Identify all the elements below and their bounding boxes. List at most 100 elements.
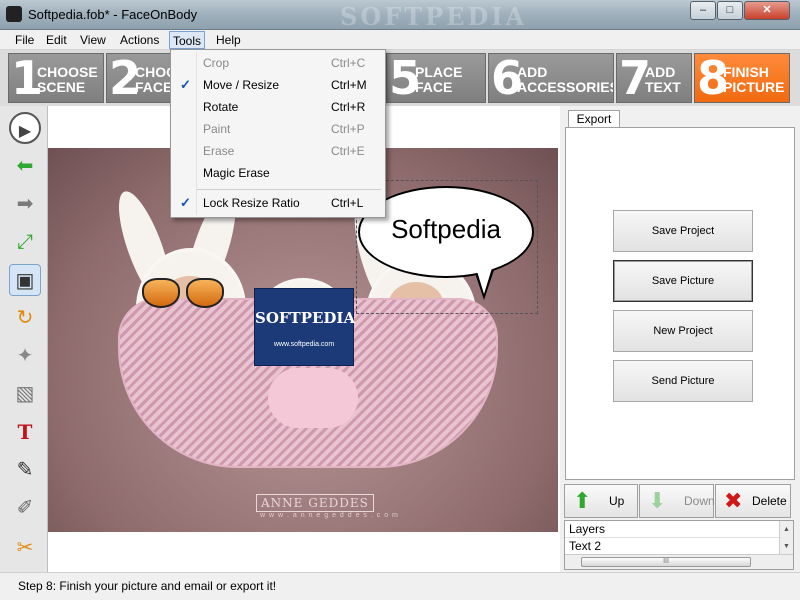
step-label: PLACE FACE <box>415 64 463 95</box>
tool-glyph: T <box>17 420 33 444</box>
sunglasses-accessory[interactable] <box>142 274 228 308</box>
up-arrow-icon: ⬆ <box>573 488 592 513</box>
layer-down-label: Down <box>684 494 715 508</box>
photo-credit-url: w w w . a n n e g e d d e s . c o m <box>260 512 399 519</box>
left-toolbar: ▶ ⬅ ➡ ⤢ ▣ ↻ ✦ ▧ T ✎ ✐ ✂ <box>0 106 48 572</box>
export-pane: Save Project Save Picture New Project Se… <box>565 127 795 480</box>
check-icon: ✓ <box>180 195 191 210</box>
scroll-up-icon[interactable]: ▲ <box>783 526 790 533</box>
down-arrow-icon: ⬇ <box>648 488 667 513</box>
menu-item-move-resize[interactable]: ✓ Move / Resize Ctrl+M <box>173 74 383 96</box>
step-label: FINISH PICTURE <box>723 64 785 95</box>
tool-glyph: ⬅ <box>16 155 34 177</box>
pen-icon[interactable]: ✐ <box>9 492 41 524</box>
layer-list[interactable]: Layers Text 2 ▲ ▼ III <box>564 520 794 570</box>
crop-icon[interactable]: ▣ <box>9 264 41 296</box>
menu-bar: File Edit View Actions Tools Help <box>0 30 800 50</box>
lens <box>142 278 180 308</box>
play-icon[interactable]: ▶ <box>9 112 41 144</box>
menu-item-label: Lock Resize Ratio <box>203 196 300 210</box>
menu-edit[interactable]: Edit <box>43 31 70 49</box>
check-icon: ✓ <box>180 77 191 92</box>
status-text: Step 8: Finish your picture and email or… <box>18 579 277 593</box>
fit-icon[interactable]: ⤢ <box>9 226 41 258</box>
save-picture-button[interactable]: Save Picture <box>613 260 753 302</box>
menu-item-paint[interactable]: Paint Ctrl+P <box>173 118 383 140</box>
brush-icon[interactable]: ✎ <box>9 454 41 486</box>
menu-item-lock-resize-ratio[interactable]: ✓ Lock Resize Ratio Ctrl+L <box>173 192 383 214</box>
layer-item-text-2[interactable]: Text 2 <box>565 538 779 555</box>
minimize-button[interactable]: – <box>690 1 716 20</box>
menu-item-shortcut: Ctrl+L <box>331 196 364 210</box>
step-label: ADD ACCESSORIES <box>517 64 614 95</box>
tool-glyph: ▶ <box>18 123 32 140</box>
text-tool-icon[interactable]: T <box>9 416 41 448</box>
step-finish-picture[interactable]: 8 FINISH PICTURE <box>694 53 790 103</box>
step-label: CHOOSE SCENE <box>37 64 98 95</box>
logo-url: www.softpedia.com <box>273 341 335 348</box>
layer-delete-button[interactable]: ✖ Delete <box>715 484 791 518</box>
menu-item-label: Paint <box>203 122 231 136</box>
tab-export[interactable]: Export <box>568 110 620 128</box>
delete-icon: ✖ <box>724 488 743 513</box>
forward-arrow-icon[interactable]: ➡ <box>9 188 41 220</box>
magic-icon[interactable]: ✦ <box>9 340 41 372</box>
lens <box>186 278 224 308</box>
tool-glyph: ⤢ <box>17 231 33 253</box>
tool-glyph: ✂ <box>16 537 34 559</box>
layer-up-button[interactable]: ⬆ Up <box>564 484 638 518</box>
menu-item-label: Crop <box>203 56 230 70</box>
menu-item-shortcut: Ctrl+M <box>331 78 367 92</box>
menu-help[interactable]: Help <box>213 31 244 49</box>
menu-tools[interactable]: Tools <box>169 31 206 49</box>
menu-item-shortcut: Ctrl+C <box>331 56 366 70</box>
right-panel: Export Save Project Save Picture New Pro… <box>560 106 800 572</box>
save-project-button[interactable]: Save Project <box>613 210 753 252</box>
menu-item-label: Erase <box>203 144 235 158</box>
logo-text: SOFTPEDIA <box>255 309 356 327</box>
softpedia-logo[interactable]: SOFTPEDIA www.softpedia.com <box>254 288 356 366</box>
menu-item-crop[interactable]: Crop Ctrl+C <box>173 52 383 74</box>
menu-item-label: Rotate <box>203 100 239 114</box>
tool-glyph: ✐ <box>16 497 34 519</box>
step-label: ADD TEXT <box>645 64 681 95</box>
step-add-text[interactable]: 7 ADD TEXT <box>616 53 692 103</box>
step-add-accessories[interactable]: 6 ADD ACCESSORIES <box>488 53 614 103</box>
step-choose-scene[interactable]: 1 CHOOSE SCENE <box>8 53 104 103</box>
menu-item-rotate[interactable]: Rotate Ctrl+R <box>173 96 383 118</box>
status-bar: Step 8: Finish your picture and email or… <box>0 572 800 600</box>
rotate-icon[interactable]: ↻ <box>9 302 41 334</box>
step-place-face[interactable]: 5 PLACE FACE <box>386 53 486 103</box>
tool-glyph: ➡ <box>16 193 34 215</box>
layer-delete-label: Delete <box>752 494 787 508</box>
title-bar: Softpedia.fob* - FaceOnBody SOFTPEDIA – … <box>0 0 800 31</box>
menu-item-shortcut: Ctrl+E <box>331 144 365 158</box>
menu-file[interactable]: File <box>12 31 37 49</box>
scroll-down-icon[interactable]: ▼ <box>783 543 790 550</box>
scroll-thumb[interactable]: III <box>581 557 751 567</box>
layer-vertical-scrollbar[interactable]: ▲ ▼ <box>779 521 793 555</box>
close-button[interactable]: ✕ <box>744 1 790 20</box>
tool-glyph: ▧ <box>15 383 35 405</box>
menu-actions[interactable]: Actions <box>117 31 162 49</box>
layer-horizontal-scrollbar[interactable]: III <box>565 554 793 569</box>
menu-view[interactable]: View <box>77 31 109 49</box>
tool-glyph: ✦ <box>16 345 34 367</box>
menu-separator <box>197 189 381 190</box>
layer-down-button[interactable]: ⬇ Down <box>639 484 715 518</box>
send-picture-button[interactable]: Send Picture <box>613 360 753 402</box>
maximize-button[interactable]: □ <box>717 1 743 20</box>
layer-list-header: Layers <box>565 521 779 538</box>
gradient-icon[interactable]: ▧ <box>9 378 41 410</box>
menu-item-shortcut: Ctrl+P <box>331 122 365 136</box>
new-project-button[interactable]: New Project <box>613 310 753 352</box>
back-arrow-icon[interactable]: ⬅ <box>9 150 41 182</box>
eraser-icon[interactable]: ✂ <box>9 532 41 564</box>
menu-item-erase[interactable]: Erase Ctrl+E <box>173 140 383 162</box>
window-title: Softpedia.fob* - FaceOnBody <box>28 7 198 22</box>
step-bar: 1 CHOOSE SCENE 2 CHOO FACE 5 PLACE FACE … <box>0 50 800 106</box>
tools-dropdown-menu: Crop Ctrl+C ✓ Move / Resize Ctrl+M Rotat… <box>170 49 386 218</box>
menu-item-magic-erase[interactable]: Magic Erase <box>173 162 383 184</box>
softpedia-watermark: SOFTPEDIA <box>340 2 528 31</box>
menu-item-label: Move / Resize <box>203 78 280 92</box>
